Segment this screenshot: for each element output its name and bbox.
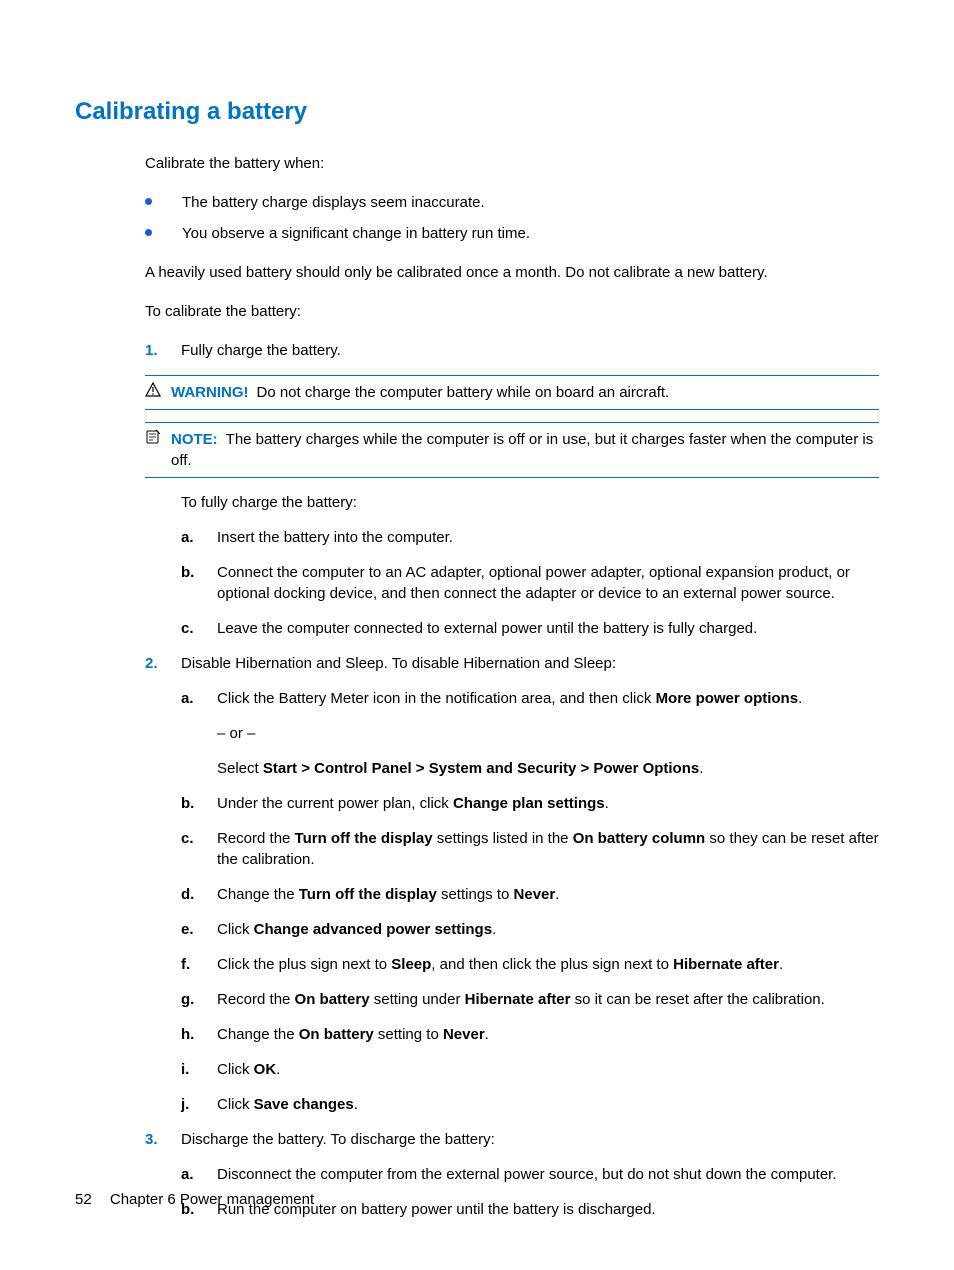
- step-1: 1. Fully charge the battery.: [145, 340, 879, 361]
- page-number: 52: [75, 1191, 92, 1208]
- main-content: Calibrate the battery when: The battery …: [145, 153, 879, 1220]
- sub-step-text: Run the computer on battery power until …: [217, 1199, 879, 1220]
- warning-text: Do not charge the computer battery while…: [257, 384, 670, 401]
- sub-step-label: a.: [181, 688, 217, 779]
- warning-icon: [145, 382, 165, 403]
- warning-callout: WARNING! Do not charge the computer batte…: [145, 375, 879, 410]
- note-text: The battery charges while the computer i…: [171, 431, 873, 469]
- sub-step-label: b.: [181, 562, 217, 604]
- bullet-text: You observe a significant change in batt…: [182, 223, 530, 244]
- sub-step-label: j.: [181, 1094, 217, 1115]
- sub-step: a. Click the Battery Meter icon in the n…: [181, 688, 879, 779]
- sub-step-text: Change the Turn off the display settings…: [217, 884, 879, 905]
- sub-step-text: Insert the battery into the computer.: [217, 527, 879, 548]
- sub-step: b. Connect the computer to an AC adapter…: [181, 562, 879, 604]
- or-separator: – or –: [217, 723, 879, 744]
- page-footer: 52 Chapter 6 Power management: [75, 1189, 314, 1210]
- sub-step-label: b.: [181, 793, 217, 814]
- sub-list: a. Insert the battery into the computer.…: [181, 527, 879, 639]
- page-title: Calibrating a battery: [75, 95, 879, 129]
- sub-step: e. Click Change advanced power settings.: [181, 919, 879, 940]
- sub-step-label: i.: [181, 1059, 217, 1080]
- sub-step: g. Record the On battery setting under H…: [181, 989, 879, 1010]
- step-text: Discharge the battery. To discharge the …: [181, 1129, 879, 1150]
- note-body: NOTE:The battery charges while the compu…: [171, 429, 879, 471]
- sub-step-text: Under the current power plan, click Chan…: [217, 793, 879, 814]
- intro-paragraph: Calibrate the battery when:: [145, 153, 879, 174]
- sub-step-label: a.: [181, 1164, 217, 1185]
- note-callout: NOTE:The battery charges while the compu…: [145, 422, 879, 478]
- sub-step-label: a.: [181, 527, 217, 548]
- sub-step: f. Click the plus sign next to Sleep, an…: [181, 954, 879, 975]
- sub-intro: To fully charge the battery:: [181, 492, 879, 513]
- sub-step: a. Disconnect the computer from the exte…: [181, 1164, 879, 1185]
- step-2: 2. Disable Hibernation and Sleep. To dis…: [145, 653, 879, 674]
- sub-step-label: f.: [181, 954, 217, 975]
- bullet-item: You observe a significant change in batt…: [145, 223, 879, 244]
- sub-step: i. Click OK.: [181, 1059, 879, 1080]
- sub-step-text: Click OK.: [217, 1059, 879, 1080]
- sub-step-text: Click the plus sign next to Sleep, and t…: [217, 954, 879, 975]
- sub-step: d. Change the Turn off the display setti…: [181, 884, 879, 905]
- sub-step-label: c.: [181, 618, 217, 639]
- sub-step: a. Insert the battery into the computer.: [181, 527, 879, 548]
- note-label: NOTE:: [171, 431, 218, 448]
- warning-body: WARNING! Do not charge the computer batte…: [171, 382, 879, 403]
- sub-step-text: Change the On battery setting to Never.: [217, 1024, 879, 1045]
- sub-step-text: Record the Turn off the display settings…: [217, 828, 879, 870]
- sub-step-label: d.: [181, 884, 217, 905]
- sub-list: a. Click the Battery Meter icon in the n…: [181, 688, 879, 1115]
- step-number: 2.: [145, 653, 181, 674]
- sub-step-label: e.: [181, 919, 217, 940]
- sub-step-label: h.: [181, 1024, 217, 1045]
- sub-step-text: Connect the computer to an AC adapter, o…: [217, 562, 879, 604]
- step-number: 3.: [145, 1129, 181, 1150]
- sub-step-label: c.: [181, 828, 217, 870]
- warning-label: WARNING!: [171, 384, 249, 401]
- sub-step-text: Click Change advanced power settings.: [217, 919, 879, 940]
- sub-step-text: Click Save changes.: [217, 1094, 879, 1115]
- sub-step: h. Change the On battery setting to Neve…: [181, 1024, 879, 1045]
- paragraph: A heavily used battery should only be ca…: [145, 262, 879, 283]
- bullet-icon: [145, 198, 152, 205]
- bullet-item: The battery charge displays seem inaccur…: [145, 192, 879, 213]
- step-number: 1.: [145, 340, 181, 361]
- sub-step-text: Disconnect the computer from the externa…: [217, 1164, 879, 1185]
- sub-step-text: Record the On battery setting under Hibe…: [217, 989, 879, 1010]
- sub-step-text: Click the Battery Meter icon in the noti…: [217, 688, 879, 779]
- sub-step-label: g.: [181, 989, 217, 1010]
- step-text: Disable Hibernation and Sleep. To disabl…: [181, 653, 879, 674]
- chapter-label: Chapter 6 Power management: [110, 1191, 314, 1208]
- bullet-list: The battery charge displays seem inaccur…: [145, 192, 879, 244]
- step-3: 3. Discharge the battery. To discharge t…: [145, 1129, 879, 1150]
- sub-step: c. Leave the computer connected to exter…: [181, 618, 879, 639]
- sub-step: b. Under the current power plan, click C…: [181, 793, 879, 814]
- step-text: Fully charge the battery.: [181, 340, 879, 361]
- sub-step: c. Record the Turn off the display setti…: [181, 828, 879, 870]
- sub-step-text: Leave the computer connected to external…: [217, 618, 879, 639]
- bullet-icon: [145, 229, 152, 236]
- bullet-text: The battery charge displays seem inaccur…: [182, 192, 485, 213]
- paragraph: To calibrate the battery:: [145, 301, 879, 322]
- sub-step: j. Click Save changes.: [181, 1094, 879, 1115]
- note-icon: [145, 429, 165, 471]
